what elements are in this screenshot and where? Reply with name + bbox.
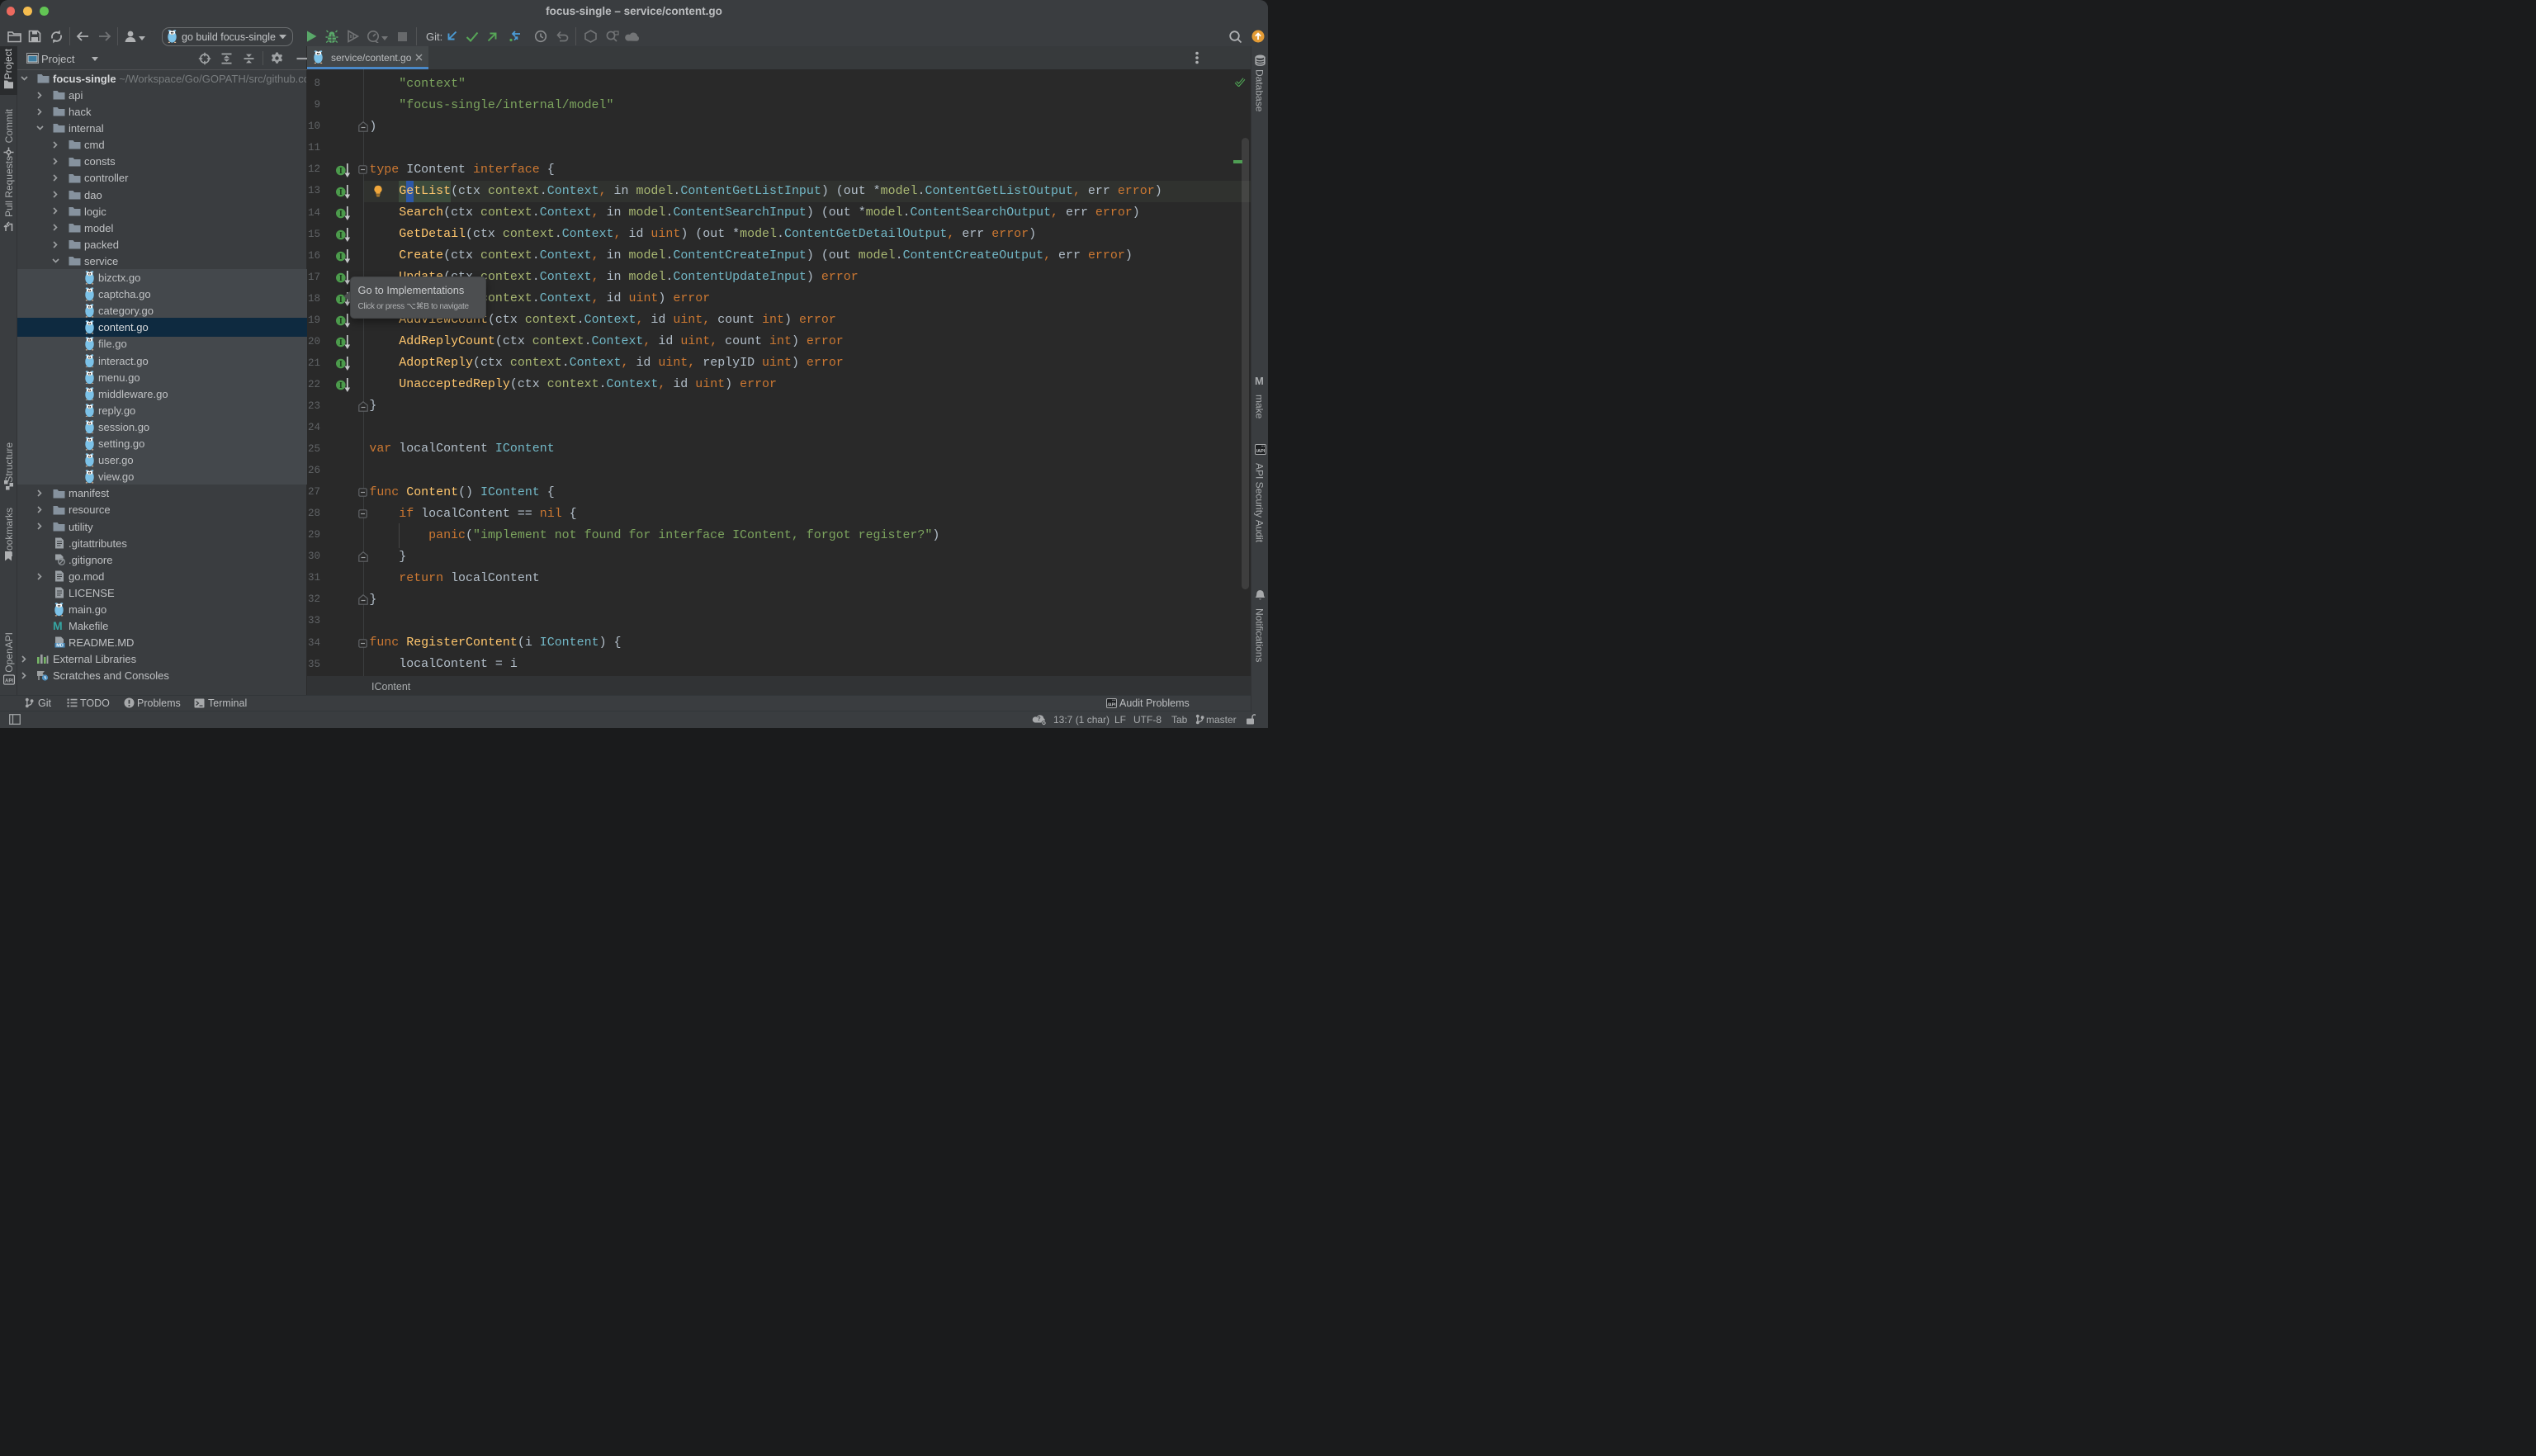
svg-text:/API: /API	[1256, 449, 1265, 454]
svg-text:I: I	[338, 274, 342, 283]
svg-text:API: API	[5, 678, 13, 683]
svg-text:?: ?	[1037, 716, 1040, 722]
svg-text:I: I	[338, 381, 342, 390]
svg-text:I: I	[338, 338, 342, 347]
svg-text:I: I	[338, 295, 342, 305]
svg-text:I: I	[338, 253, 342, 262]
svg-text:I: I	[338, 317, 342, 326]
svg-text:MD: MD	[56, 644, 64, 648]
svg-text:I: I	[338, 360, 342, 369]
svg-text:/API: /API	[1107, 702, 1116, 707]
svg-text:I: I	[338, 231, 342, 240]
svg-text:I: I	[338, 210, 342, 219]
svg-text:I: I	[338, 188, 342, 197]
svg-text:I: I	[338, 167, 342, 176]
